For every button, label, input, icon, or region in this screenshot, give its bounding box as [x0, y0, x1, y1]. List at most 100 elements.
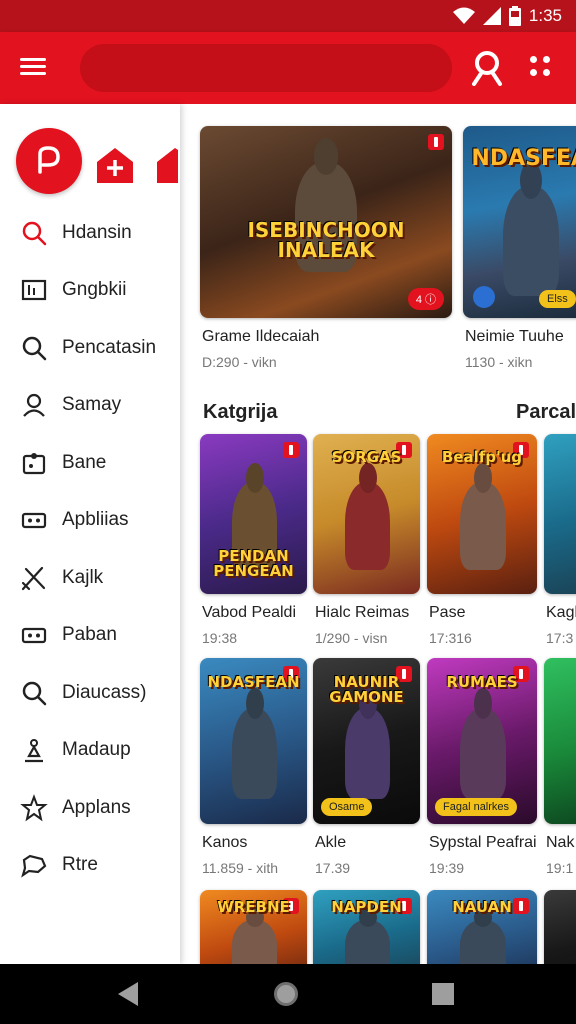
search-icon [20, 219, 48, 247]
drawer-header [16, 128, 186, 198]
user-icon[interactable] [470, 50, 504, 86]
drawer-item-12[interactable]: Rtre [0, 837, 180, 895]
gamepad-icon [20, 506, 48, 534]
game-art-title: RUMAES [446, 672, 518, 691]
clock: 1:35 [528, 6, 562, 25]
drawer-item-label: Apbliias [62, 509, 129, 531]
game-thumbnail: NAUNIR GAMONE Osame [313, 658, 420, 824]
game-name: Nak [546, 834, 575, 851]
game-card[interactable]: WREBNE [200, 890, 307, 964]
game-thumbnail: WREBNE [200, 890, 307, 964]
more-icon[interactable] [528, 54, 554, 80]
game-name: Hialc Reimas [315, 604, 410, 621]
drawer-item-7[interactable]: Kajlk [0, 549, 180, 607]
game-card[interactable]: Nak 19:1 [544, 658, 576, 880]
search-input[interactable] [80, 44, 452, 92]
game-card[interactable]: NDASFEAN Kanos 11.859 - xith [200, 658, 307, 880]
game-card[interactable]: PENDAN PENGEAN Vabod Pealdi 19:38 [200, 434, 307, 650]
drawer-item-label: Samay [62, 394, 122, 416]
person-icon [20, 391, 48, 419]
drawer-item-label: Gngbkii [62, 279, 127, 301]
main-content: ISEBINCHOON INALEAK 4 ⓘ Grame Ildecaiah … [180, 104, 576, 964]
game-art-title: SORGAS [331, 448, 402, 466]
back-button[interactable] [118, 982, 138, 1006]
drawer-item-4[interactable]: Samay [0, 377, 180, 435]
featured-card-1[interactable]: ISEBINCHOON INALEAK 4 ⓘ Grame Ildecaiah … [200, 126, 452, 376]
drawer-item-8[interactable]: Paban [0, 607, 180, 665]
game-art-title: Bealfp'ug [441, 448, 523, 466]
game-thumbnail: PENDAN PENGEAN [200, 434, 307, 594]
puzzle-icon [20, 449, 48, 477]
game-card[interactable]: Bealfp'ug Pase 17:316 [427, 434, 537, 650]
game-art-title: GA [551, 900, 576, 915]
game-name: Akle [315, 834, 347, 851]
section-link[interactable]: Parcal [516, 401, 576, 424]
star-icon [20, 793, 48, 822]
game-thumbnail: GA [544, 890, 576, 964]
wifi-icon [452, 7, 475, 24]
game-name: Sypstal Peafrai [429, 834, 537, 851]
game-art-title: NAPDEN [331, 898, 402, 916]
game-card[interactable]: NAUAN [427, 890, 537, 964]
game-name: Vabod Pealdi [202, 604, 296, 621]
drawer-item-11[interactable]: Applans [0, 779, 180, 837]
game-thumbnail: NAPDEN [313, 890, 420, 964]
featured-thumbnail: NDASFEAR Elss [463, 126, 576, 318]
search-icon [20, 679, 48, 707]
game-card[interactable]: GA [544, 890, 576, 964]
game-art-title: NAUAN [452, 898, 512, 916]
game-card[interactable]: NAPDEN [313, 890, 420, 964]
game-meta: 11.859 - xith [202, 860, 279, 876]
featured-meta: 1130 - xikn [465, 354, 533, 370]
drawer-item-label: Bane [62, 451, 107, 473]
swords-icon [20, 564, 48, 592]
game-art-title: PENDAN PENGEAN [213, 547, 294, 581]
drawer-item-label: Kajlk [62, 566, 104, 588]
game-art-title: WREBNE [217, 898, 290, 916]
home-icon[interactable] [156, 146, 178, 184]
game-thumbnail: NDASFEAN [200, 658, 307, 824]
section-title: Katgrija [203, 401, 278, 423]
drawer-item-2[interactable]: Gngbkii [0, 262, 180, 320]
featured-card-2[interactable]: NDASFEAR Elss Neimie Tuuhe 1130 - xikn [463, 126, 576, 376]
drawer-item-9[interactable]: Diaucass) [0, 664, 180, 722]
recent-apps-button[interactable] [432, 983, 454, 1005]
game-art-title: NAUNIR GAMONE [329, 672, 404, 706]
game-meta: 19:39 [429, 860, 465, 876]
game-meta: 17:3 [546, 630, 574, 646]
drawer-item-3[interactable]: Pencatasin [0, 319, 180, 377]
drawer-item-1[interactable]: Hdansin [0, 204, 180, 262]
bookmark-icon [428, 134, 444, 150]
drawer-item-6[interactable]: Apbliias [0, 492, 180, 550]
game-thumbnail [544, 434, 576, 594]
game-name: Kanos [202, 834, 248, 851]
game-name: Kagl [546, 604, 576, 621]
drawer-item-5[interactable]: Bane [0, 434, 180, 492]
game-card[interactable]: SORGAS Hialc Reimas 1/290 - visn [313, 434, 420, 650]
featured-art-title: NDASFEAR [471, 146, 576, 171]
featured-name: Grame Ildecaiah [202, 328, 320, 345]
drawer-item-label: Madaup [62, 739, 131, 761]
avatar[interactable] [16, 128, 82, 194]
featured-badge: 4 ⓘ [407, 288, 444, 310]
game-thumbnail: Bealfp'ug [427, 434, 537, 594]
game-meta: 19:38 [202, 630, 238, 646]
search-icon [20, 334, 48, 362]
navigation-drawer: Hdansin Gngbkii Pencatasin Samay Bane Apbliia… [0, 104, 180, 964]
search-bar[interactable] [80, 44, 452, 92]
game-badge: Osame [321, 798, 373, 816]
home-button[interactable] [274, 982, 298, 1006]
game-card[interactable]: Kagl 17:3 [544, 434, 576, 650]
chat-icon [20, 851, 48, 879]
game-card[interactable]: NAUNIR GAMONE Osame Akle 17.39 [313, 658, 420, 880]
drawer-item-10[interactable]: Madaup [0, 722, 180, 780]
game-card[interactable]: RUMAES Fagal nalrkes Sypstal Peafrai 19:39 [427, 658, 537, 880]
drawer-item-label: Hdansin [62, 221, 132, 243]
signal-icon [482, 7, 501, 25]
menu-icon[interactable] [18, 54, 48, 82]
trophy-icon [20, 736, 48, 764]
home-add-icon[interactable] [96, 146, 134, 184]
game-meta: 19:1 [546, 860, 574, 876]
game-badge: Fagal nalrkes [435, 798, 518, 816]
game-thumbnail: NAUAN [427, 890, 537, 964]
